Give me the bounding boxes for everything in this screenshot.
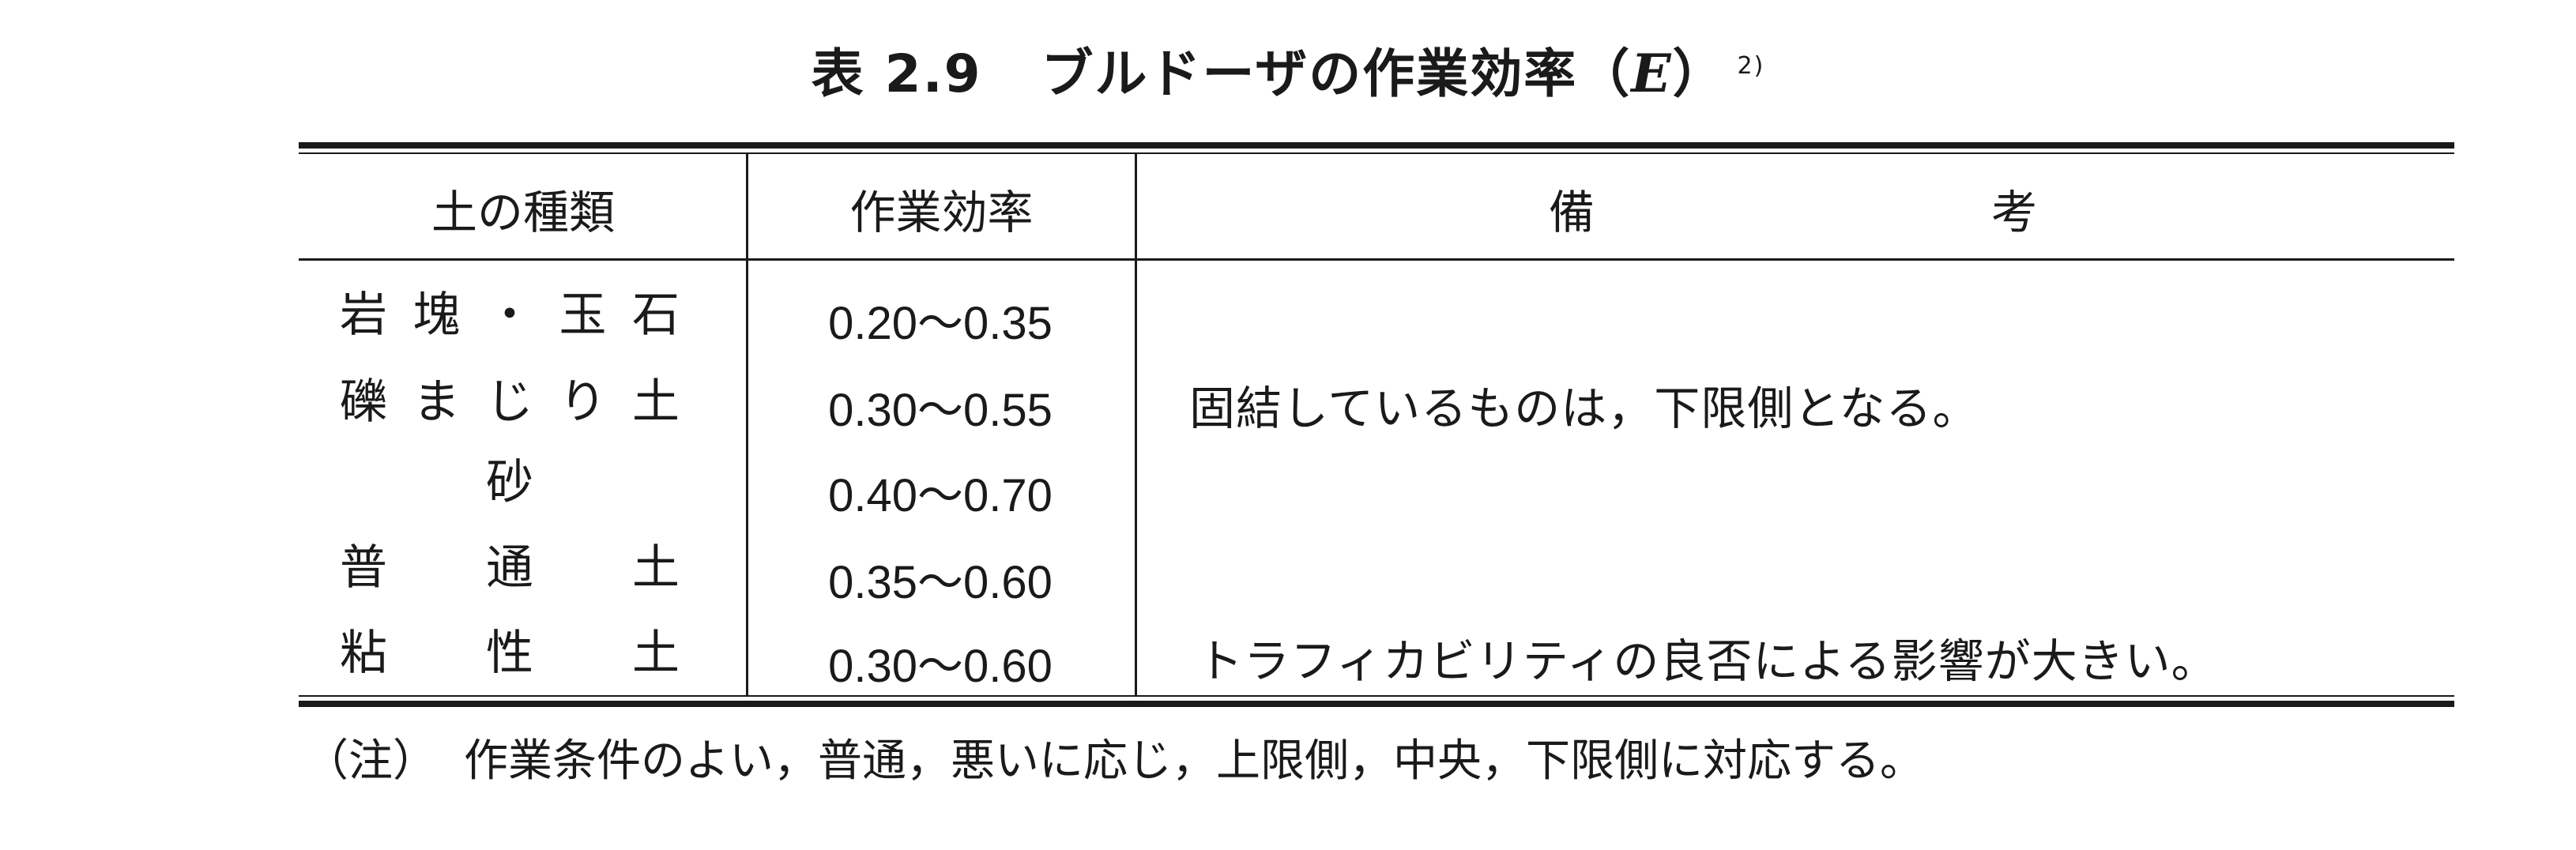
soil-type-ordinary: 普 通 土	[340, 540, 680, 596]
header-remarks-right: 考	[1991, 186, 2038, 239]
bottom-rule-thick	[299, 701, 2454, 707]
efficiency-row-4: 0.35〜0.60	[828, 557, 1053, 608]
header-rule	[299, 258, 2454, 261]
column-divider-2	[1135, 152, 1137, 697]
table-title-text: ブルドーザの作業効率	[1041, 43, 1578, 104]
soil-type-cohesive: 粘 性 土	[340, 626, 680, 681]
header-efficiency: 作業効率	[849, 186, 1034, 239]
header-remarks-left: 備	[1549, 186, 1595, 239]
top-rule-thin	[299, 152, 2454, 154]
efficiency-row-5: 0.30〜0.60	[828, 641, 1053, 692]
efficiency-row-1: 0.20〜0.35	[828, 298, 1053, 349]
remark-trafficability: トラフィカビリティの良否による影響が大きい。	[1197, 634, 2218, 688]
efficiency-symbol: E	[1631, 43, 1673, 104]
footnote: （注） 作業条件のよい，普通，悪いに応じ，上限側，中央，下限側に対応する。	[304, 725, 1924, 789]
table-title: 表 2.9 ブルドーザの作業効率（E） 2)	[0, 32, 2576, 107]
soil-type-gravelly: 礫 ま じ り 土	[340, 374, 680, 430]
reference-mark: 2)	[1737, 52, 1765, 80]
soil-type-rock: 岩 塊 ・ 玉 石	[340, 288, 680, 343]
efficiency-row-3: 0.40〜0.70	[828, 470, 1053, 521]
top-rule-thick	[299, 142, 2454, 149]
remark-consolidated: 固結しているものは，下限側となる。	[1189, 382, 1979, 435]
symbol-open: （	[1577, 43, 1632, 104]
bottom-rule-thin	[299, 695, 2454, 697]
footnote-mark: （注）	[304, 735, 437, 787]
header-soil-type: 土の種類	[431, 186, 615, 239]
footnote-text: 作業条件のよい，普通，悪いに応じ，上限側，中央，下限側に対応する。	[464, 735, 1924, 787]
soil-type-sand: 砂	[486, 455, 533, 510]
efficiency-row-2: 0.30〜0.55	[828, 385, 1053, 436]
table-number: 表 2.9	[811, 43, 982, 104]
symbol-close: ）	[1672, 43, 1727, 104]
